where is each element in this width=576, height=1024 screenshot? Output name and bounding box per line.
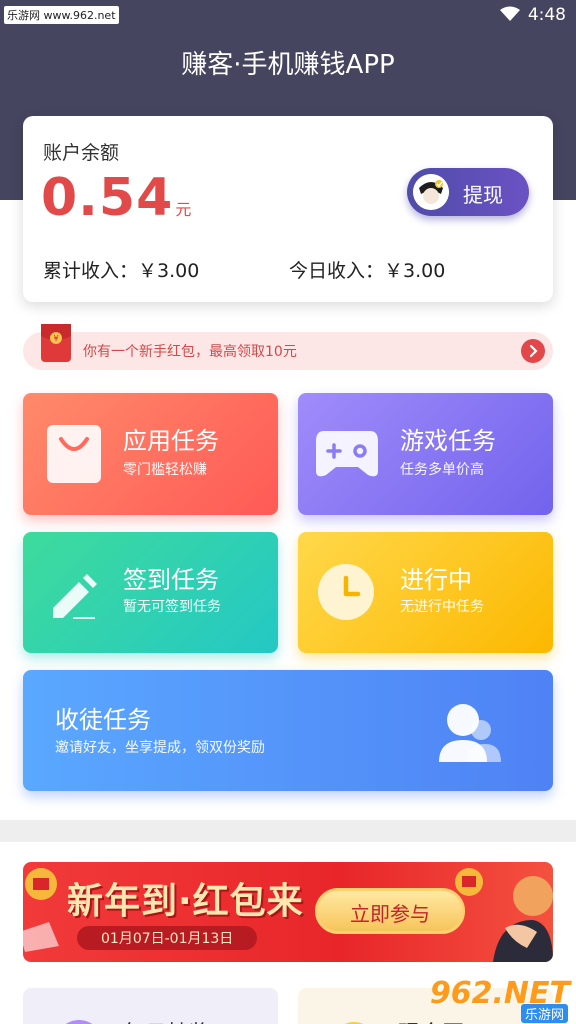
users-icon <box>439 704 501 762</box>
app-task-subtitle: 零门槛轻松赚 <box>123 462 207 478</box>
banner-title: 新年到·红包来 <box>67 881 304 922</box>
chevron-right-icon[interactable] <box>521 339 545 363</box>
section-divider <box>0 820 576 842</box>
lantern-icon <box>23 868 59 952</box>
lottery-icon <box>65 1020 93 1024</box>
in-progress-card[interactable]: 进行中 无进行中任务 <box>298 532 553 653</box>
sign-task-card[interactable]: 签到任务 暂无可签到任务 <box>23 532 278 653</box>
game-task-title: 游戏任务 <box>400 427 496 455</box>
status-bar: 乐游网 www.962.net 4:48 <box>0 0 576 30</box>
recruit-task-subtitle: 邀请好友，坐享提成，领双份奖励 <box>55 740 265 756</box>
newbie-redpack-notice[interactable]: ¥ 你有一个新手红包，最高领取10元 <box>23 324 553 370</box>
daily-lottery-title: 每日抽奖 <box>123 1016 211 1024</box>
watermark-top: 乐游网 www.962.net <box>4 6 119 24</box>
watermark-bottom: 962.NET 乐游网 <box>430 976 570 1023</box>
daily-lottery-card[interactable]: 每日抽奖 <box>23 988 278 1024</box>
recruit-task-card[interactable]: 收徒任务 邀请好友，坐享提成，领双份奖励 <box>23 670 553 791</box>
game-task-subtitle: 任务多单价高 <box>400 462 484 478</box>
new-year-banner[interactable]: 新年到·红包来 01月07日-01月13日 立即参与 <box>23 862 553 962</box>
balance-amount-value: 0.54 <box>41 168 174 228</box>
person-illustration-icon <box>455 868 553 962</box>
red-packet-icon: ¥ <box>41 324 71 362</box>
withdraw-button[interactable]: 提现 <box>407 168 529 216</box>
app-task-title: 应用任务 <box>123 427 219 455</box>
status-time: 4:48 <box>527 5 566 25</box>
coin-icon <box>344 1022 364 1024</box>
gamepad-icon <box>316 431 378 477</box>
balance-label: 账户余额 <box>43 142 120 164</box>
recruit-task-title: 收徒任务 <box>55 706 151 734</box>
withdraw-label: 提现 <box>463 183 503 207</box>
page-title: 赚客·手机赚钱APP <box>181 50 395 80</box>
app-task-card[interactable]: 应用任务 零门槛轻松赚 <box>23 393 278 515</box>
pencil-icon <box>53 574 97 619</box>
sign-task-subtitle: 暂无可签到任务 <box>123 599 221 615</box>
today-income: 今日收入：￥3.00 <box>289 260 446 282</box>
banner-date-range: 01月07日-01月13日 <box>77 926 258 950</box>
game-task-card[interactable]: 游戏任务 任务多单价高 <box>298 393 553 515</box>
svg-text:¥: ¥ <box>53 334 58 343</box>
in-progress-title: 进行中 <box>400 566 472 594</box>
balance-card: 账户余额 0.54 元 提现 累计收入：￥3.00 今日收入：￥3.00 <box>23 116 553 302</box>
avatar-icon <box>413 174 449 210</box>
join-button[interactable]: 立即参与 <box>315 888 465 934</box>
sign-task-title: 签到任务 <box>123 566 219 594</box>
balance-amount: 0.54 元 <box>41 168 191 228</box>
shopping-bag-icon <box>47 425 101 483</box>
balance-unit: 元 <box>175 200 192 219</box>
wifi-icon <box>500 6 520 21</box>
watermark-brand: 乐游网 <box>520 1004 568 1023</box>
total-income: 累计收入：￥3.00 <box>43 260 200 282</box>
clock-icon <box>318 564 374 620</box>
in-progress-subtitle: 无进行中任务 <box>400 599 484 615</box>
notice-text: 你有一个新手红包，最高领取10元 <box>83 344 297 360</box>
